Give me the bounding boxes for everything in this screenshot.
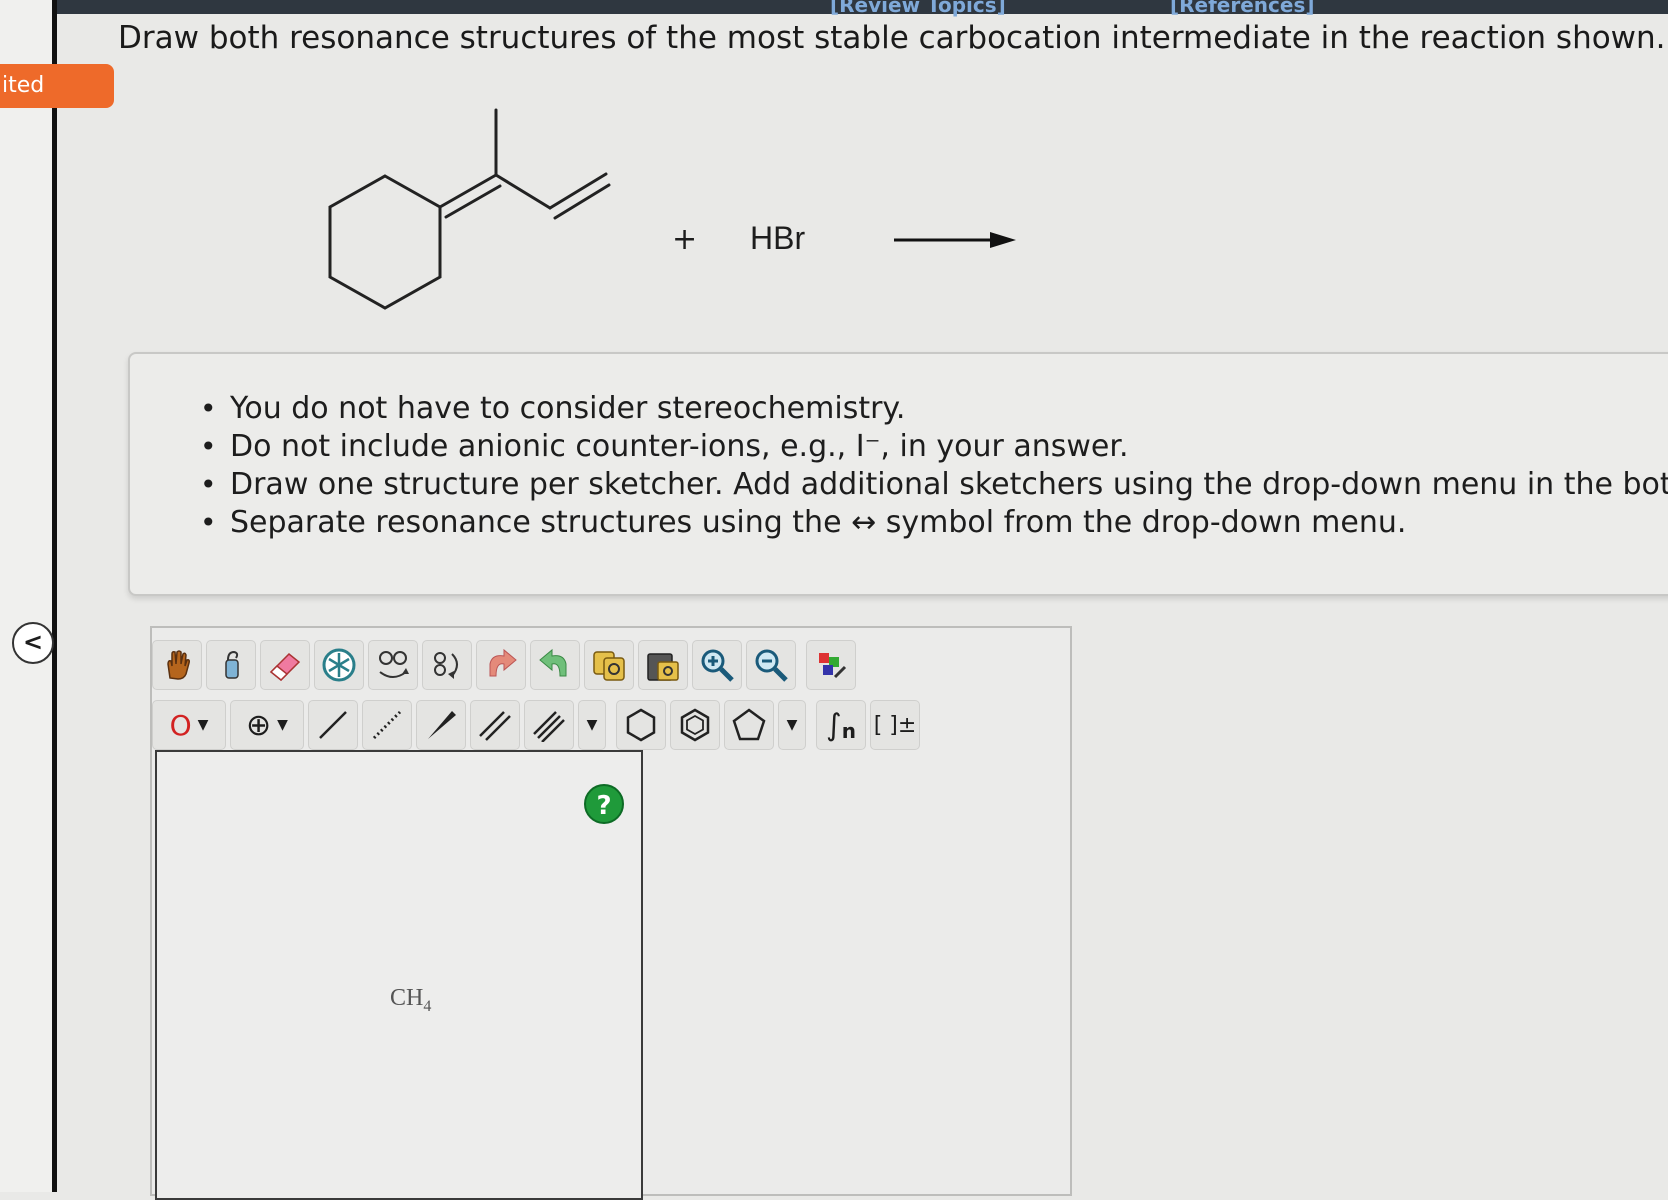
help-button[interactable]: ? bbox=[584, 784, 624, 824]
canvas-formula: CH4 bbox=[390, 985, 431, 1016]
paste-icon[interactable] bbox=[638, 640, 688, 690]
chain-rotate-icon[interactable] bbox=[368, 640, 418, 690]
charge-plus-icon: ⊕ bbox=[246, 707, 272, 743]
clean-structure-icon[interactable] bbox=[806, 640, 856, 690]
instructions-list: You do not have to consider stereochemis… bbox=[130, 354, 1668, 542]
chevron-down-icon: ▼ bbox=[197, 717, 209, 733]
double-bond-icon bbox=[479, 711, 511, 741]
ring-dropdown-button[interactable]: ▼ bbox=[778, 700, 806, 750]
sketcher-toolbar-bottom: O ▼ ⊕ ▼ ▼ ▼ ∫ n [ ]± bbox=[152, 700, 924, 750]
benzene-ring-button[interactable] bbox=[670, 700, 720, 750]
bond-dropdown-button[interactable]: ▼ bbox=[578, 700, 606, 750]
atom-menu-button[interactable]: O ▼ bbox=[152, 700, 226, 750]
instruction-item: Separate resonance structures using the … bbox=[200, 504, 1668, 542]
instruction-item: Draw one structure per sketcher. Add add… bbox=[200, 466, 1668, 504]
pentagon-icon bbox=[732, 708, 766, 741]
status-tab: ited bbox=[0, 64, 114, 108]
bracket-charge-button[interactable]: [ ]± bbox=[870, 700, 920, 750]
flip-icon[interactable] bbox=[422, 640, 472, 690]
double-bond-button[interactable] bbox=[470, 700, 520, 750]
redo-icon[interactable] bbox=[530, 640, 580, 690]
wedge-bond-icon bbox=[428, 711, 456, 739]
copy-icon[interactable] bbox=[584, 640, 634, 690]
references-link[interactable]: [References] bbox=[1170, 0, 1315, 17]
zoom-in-icon[interactable] bbox=[692, 640, 742, 690]
chevron-down-icon: ▼ bbox=[277, 717, 288, 733]
hand-tool-icon[interactable] bbox=[152, 640, 202, 690]
hexagon-icon bbox=[626, 708, 656, 742]
hashed-bond-icon bbox=[372, 710, 402, 740]
wedge-bond-button[interactable] bbox=[416, 700, 466, 750]
pentagon-ring-button[interactable] bbox=[724, 700, 774, 750]
triple-bond-icon bbox=[533, 711, 565, 742]
formula-main: CH bbox=[390, 985, 424, 1011]
single-bond-button[interactable] bbox=[308, 700, 358, 750]
sgroup-label: n bbox=[841, 719, 856, 743]
plus-sign: + bbox=[672, 222, 698, 257]
bracket-charge-label: [ ]± bbox=[873, 712, 917, 738]
chevron-down-icon: ▼ bbox=[586, 717, 598, 733]
top-nav-bar: [Review Topics] [References] bbox=[0, 0, 1668, 17]
triple-bond-button[interactable] bbox=[524, 700, 574, 750]
lasso-icon[interactable] bbox=[206, 640, 256, 690]
sgroup-icon: ∫ bbox=[826, 707, 842, 743]
reaction-arrow-icon bbox=[894, 232, 1016, 248]
review-topics-link[interactable]: [Review Topics] bbox=[830, 0, 1006, 17]
eraser-icon[interactable] bbox=[260, 640, 310, 690]
drawing-canvas[interactable] bbox=[155, 750, 643, 1200]
hashed-bond-button[interactable] bbox=[362, 700, 412, 750]
collapse-panel-button[interactable]: < bbox=[12, 622, 54, 664]
instruction-item: Do not include anionic counter-ions, e.g… bbox=[200, 428, 1668, 466]
question-prompt: Draw both resonance structures of the mo… bbox=[118, 20, 1666, 56]
chevron-down-icon: ▼ bbox=[786, 717, 798, 733]
single-bond-icon bbox=[319, 711, 347, 739]
benzene-icon bbox=[680, 708, 710, 742]
reactant-structure bbox=[328, 108, 611, 310]
formula-subscript: 4 bbox=[423, 997, 432, 1015]
atom-label: O bbox=[169, 708, 192, 742]
instructions-box: You do not have to consider stereochemis… bbox=[128, 352, 1668, 596]
hexagon-ring-button[interactable] bbox=[616, 700, 666, 750]
zoom-out-icon[interactable] bbox=[746, 640, 796, 690]
sketcher-toolbar-top bbox=[152, 640, 860, 690]
left-panel bbox=[0, 0, 57, 1192]
sgroup-button[interactable]: ∫ n bbox=[816, 700, 866, 750]
undo-icon[interactable] bbox=[476, 640, 526, 690]
ring-template-icon[interactable] bbox=[314, 640, 364, 690]
reagent-label: HBr bbox=[750, 220, 806, 256]
instruction-item: You do not have to consider stereochemis… bbox=[200, 390, 1668, 428]
charge-menu-button[interactable]: ⊕ ▼ bbox=[230, 700, 304, 750]
